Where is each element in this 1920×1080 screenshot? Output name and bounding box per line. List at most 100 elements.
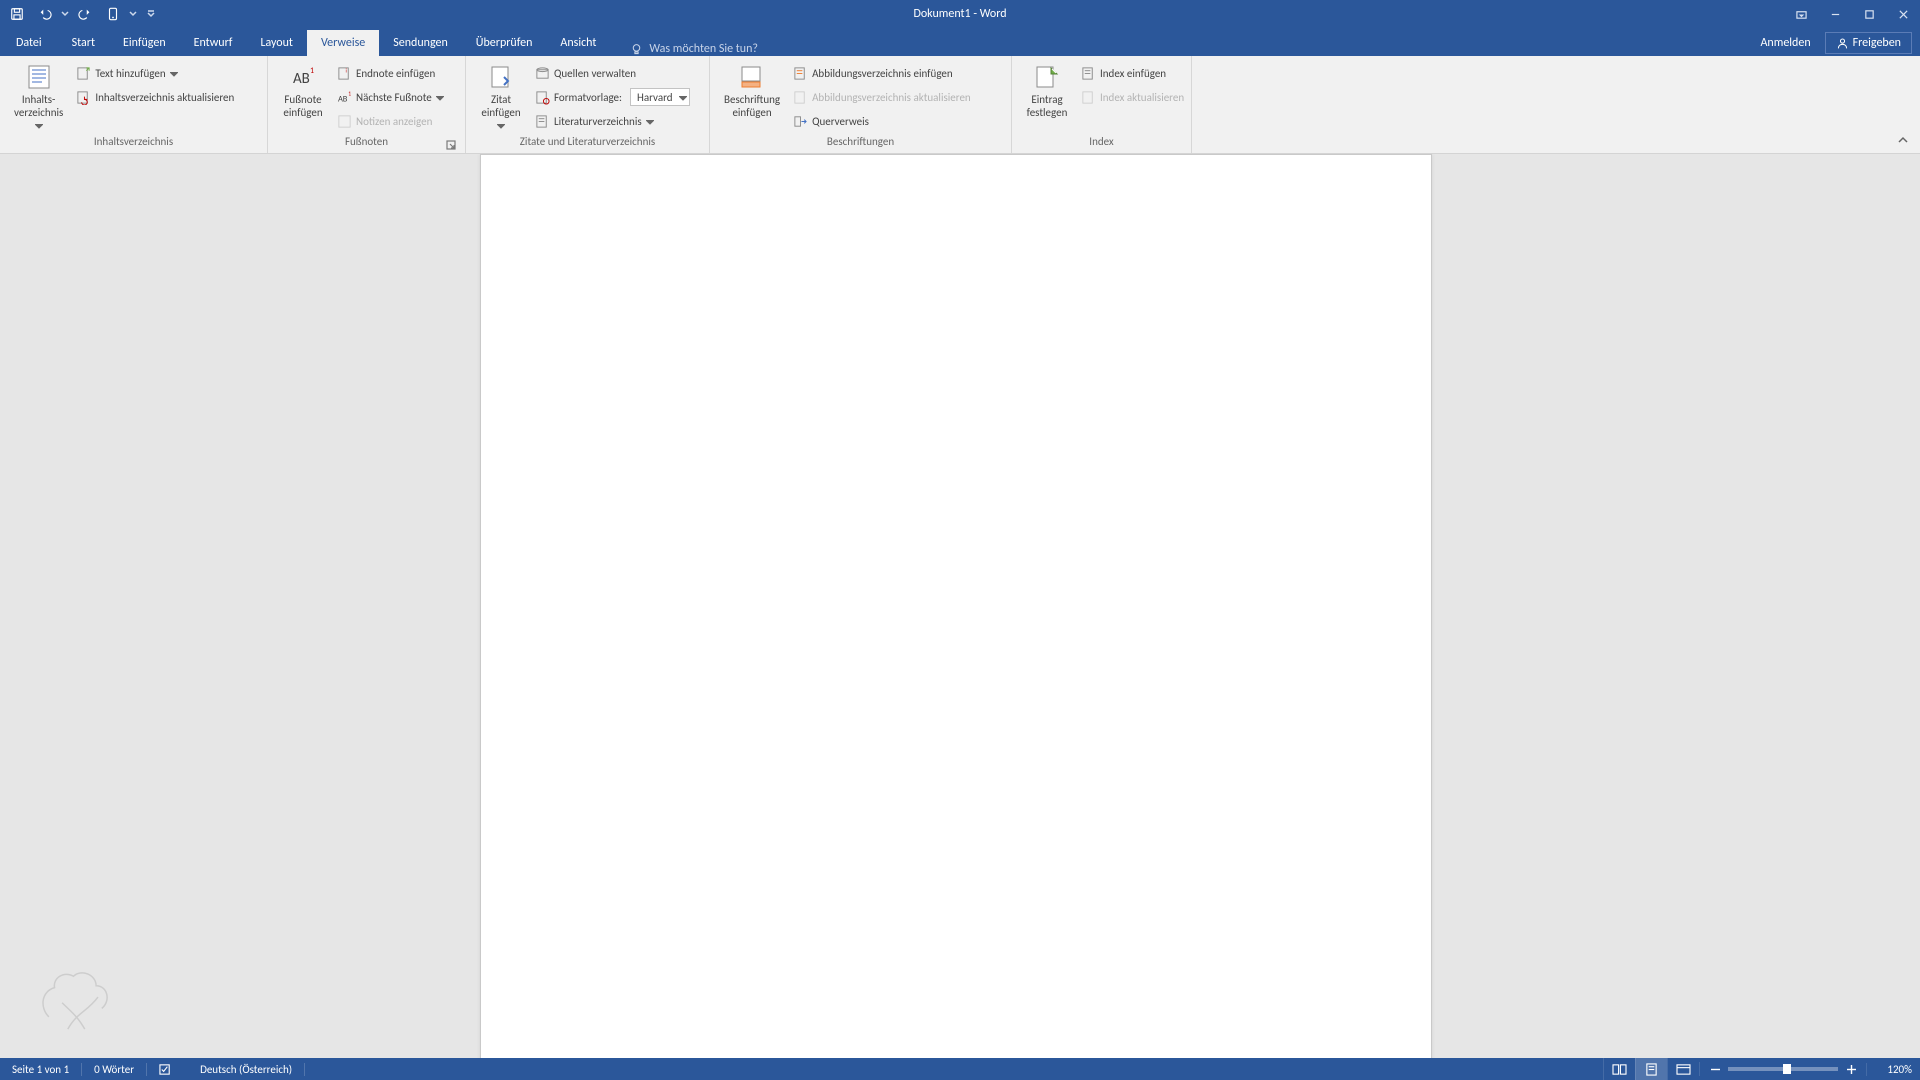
group-captions-label: Beschriftungen <box>716 135 1005 153</box>
zoom-in-button[interactable] <box>1844 1062 1858 1076</box>
chevron-down-icon <box>679 91 687 104</box>
quick-access-toolbar <box>0 2 156 26</box>
chevron-down-icon <box>497 120 505 133</box>
undo-button[interactable] <box>32 2 58 26</box>
status-page[interactable]: Seite 1 von 1 <box>0 1063 82 1076</box>
tab-entwurf[interactable]: Entwurf <box>180 30 247 56</box>
document-page[interactable] <box>480 154 1432 1058</box>
add-text-icon <box>75 65 91 81</box>
show-notes-button: Notizen anzeigen <box>332 110 448 132</box>
insert-tof-button[interactable]: Abbildungsverzeichnis einfügen <box>788 62 975 84</box>
update-tof-button: Abbildungsverzeichnis aktualisieren <box>788 86 975 108</box>
show-notes-icon <box>336 113 352 129</box>
view-printlayout-button[interactable] <box>1635 1058 1667 1080</box>
insert-caption-button[interactable]: Beschriftung einfügen <box>716 58 788 119</box>
tab-layout[interactable]: Layout <box>246 30 307 56</box>
citation-icon <box>486 62 516 92</box>
zoom-out-button[interactable] <box>1708 1062 1722 1076</box>
svg-text:AB: AB <box>293 70 310 88</box>
insert-caption-label: Beschriftung einfügen <box>724 94 780 119</box>
view-readmode-button[interactable] <box>1603 1058 1635 1080</box>
bibliography-label: Literaturverzeichnis <box>554 115 642 128</box>
add-text-button[interactable]: Text hinzufügen <box>71 62 238 84</box>
maximize-button[interactable] <box>1852 2 1886 26</box>
next-footnote-button[interactable]: AB1 Nächste Fußnote <box>332 86 448 108</box>
insert-footnote-button[interactable]: AB1 Fußnote einfügen <box>274 58 332 119</box>
collapse-ribbon-button[interactable] <box>1894 131 1912 149</box>
toc-button[interactable]: Inhalts- verzeichnis <box>6 58 71 133</box>
mark-entry-icon <box>1032 62 1062 92</box>
insert-index-label: Index einfügen <box>1100 67 1166 80</box>
tell-me-search[interactable]: Was möchten Sie tun? <box>610 42 758 56</box>
tab-file[interactable]: Datei <box>0 30 58 56</box>
redo-button[interactable] <box>72 2 98 26</box>
citation-style-combo[interactable]: Harvard <box>630 88 690 106</box>
tell-me-placeholder: Was möchten Sie tun? <box>649 42 758 56</box>
tab-start[interactable]: Start <box>58 30 109 56</box>
tab-verweise[interactable]: Verweise <box>307 30 379 56</box>
save-button[interactable] <box>4 2 30 26</box>
chevron-down-icon <box>436 91 444 104</box>
group-index: Eintrag festlegen Index einfügen Index a… <box>1012 56 1192 153</box>
toc-label: Inhalts- verzeichnis <box>14 94 63 119</box>
crossref-icon <box>792 113 808 129</box>
crossref-button[interactable]: Querverweis <box>788 110 975 132</box>
ribbon: Inhalts- verzeichnis Text hinzufügen Inh… <box>0 56 1920 154</box>
bibliography-icon <box>534 113 550 129</box>
tab-ueberpruefen[interactable]: Überprüfen <box>462 30 547 56</box>
customize-qat-icon[interactable] <box>146 10 156 18</box>
document-workspace[interactable] <box>0 154 1920 1058</box>
group-toc: Inhalts- verzeichnis Text hinzufügen Inh… <box>0 56 268 153</box>
status-wordcount[interactable]: 0 Wörter <box>82 1063 147 1076</box>
update-toc-label: Inhaltsverzeichnis aktualisieren <box>95 91 234 104</box>
zoom-level[interactable]: 120% <box>1866 1063 1912 1076</box>
insert-index-button[interactable]: Index einfügen <box>1076 62 1188 84</box>
insert-index-icon <box>1080 65 1096 81</box>
tabstrip-right: Anmelden Freigeben <box>1750 30 1920 56</box>
manage-sources-button[interactable]: Quellen verwalten <box>530 62 694 84</box>
signin-link[interactable]: Anmelden <box>1750 30 1820 56</box>
touch-mode-button[interactable] <box>100 2 126 26</box>
manage-sources-icon <box>534 65 550 81</box>
minimize-button[interactable] <box>1818 2 1852 26</box>
status-language[interactable]: Deutsch (Österreich) <box>188 1063 305 1076</box>
view-weblayout-button[interactable] <box>1667 1058 1699 1080</box>
close-button[interactable] <box>1886 2 1920 26</box>
zoom-slider[interactable] <box>1728 1067 1838 1071</box>
footnotes-dialog-launcher[interactable] <box>445 140 457 152</box>
tab-ansicht[interactable]: Ansicht <box>546 30 610 56</box>
group-citations-label: Zitate und Literaturverzeichnis <box>472 135 703 153</box>
statusbar-right: 120% <box>1603 1058 1920 1080</box>
endnote-icon: i <box>336 65 352 81</box>
tab-sendungen[interactable]: Sendungen <box>379 30 462 56</box>
caption-icon <box>737 62 767 92</box>
update-toc-button[interactable]: Inhaltsverzeichnis aktualisieren <box>71 86 238 108</box>
svg-text:i: i <box>345 67 346 74</box>
show-notes-label: Notizen anzeigen <box>356 115 432 128</box>
add-text-label: Text hinzufügen <box>95 67 165 80</box>
update-index-icon <box>1080 89 1096 105</box>
lightbulb-icon <box>630 43 643 56</box>
undo-split-icon[interactable] <box>60 10 70 18</box>
touch-mode-split-icon[interactable] <box>128 10 138 18</box>
zoom-control <box>1699 1062 1866 1076</box>
update-index-button: Index aktualisieren <box>1076 86 1188 108</box>
mark-entry-label: Eintrag festlegen <box>1027 94 1068 119</box>
ribbon-options-button[interactable] <box>1784 2 1818 26</box>
titlebar: Dokument1 - Word <box>0 0 1920 28</box>
insert-tof-label: Abbildungsverzeichnis einfügen <box>812 67 953 80</box>
insert-citation-button[interactable]: Zitat einfügen <box>472 58 530 133</box>
group-footnotes-text: Fußnoten <box>345 135 388 148</box>
zoom-thumb[interactable] <box>1783 1064 1791 1074</box>
insert-footnote-label: Fußnote einfügen <box>283 94 322 119</box>
bibliography-button[interactable]: Literaturverzeichnis <box>530 110 694 132</box>
tab-einfuegen[interactable]: Einfügen <box>109 30 180 56</box>
insert-endnote-button[interactable]: i Endnote einfügen <box>332 62 448 84</box>
next-footnote-label: Nächste Fußnote <box>356 91 432 104</box>
mark-entry-button[interactable]: Eintrag festlegen <box>1018 58 1076 119</box>
citation-style-value: Harvard <box>637 91 673 104</box>
window-controls <box>1784 2 1920 26</box>
share-label: Freigeben <box>1853 36 1901 50</box>
share-button[interactable]: Freigeben <box>1825 32 1912 54</box>
status-proofing[interactable] <box>147 1062 188 1076</box>
